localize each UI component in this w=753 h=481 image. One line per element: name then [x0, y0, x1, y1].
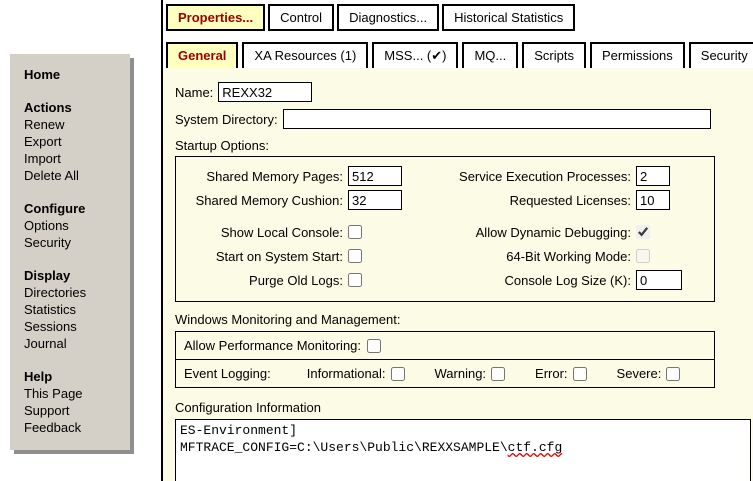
event-informational-label: Informational:	[307, 366, 386, 381]
system-directory-label: System Directory:	[175, 112, 278, 127]
sidebar-section-display: Display	[24, 267, 124, 284]
name-label: Name:	[175, 85, 213, 100]
sidebar-section-configure: Configure	[24, 200, 124, 217]
tab-general[interactable]: General	[166, 42, 238, 70]
windows-monitoring-group: Allow Performance Monitoring: Event Logg…	[175, 331, 715, 388]
start-on-system-start-label: Start on System Start:	[176, 249, 348, 264]
sidebar-item-home[interactable]: Home	[24, 66, 124, 83]
sidebar-item-sessions[interactable]: Sessions	[24, 318, 124, 335]
startup-options-label: Startup Options:	[175, 138, 753, 153]
windows-monitoring-heading: Windows Monitoring and Management:	[175, 312, 753, 327]
tab-mss[interactable]: MSS... (✔)	[372, 42, 458, 70]
shared-memory-pages-input[interactable]	[348, 166, 402, 186]
shared-memory-cushion-input[interactable]	[348, 190, 402, 210]
console-log-size-input[interactable]	[636, 270, 682, 290]
sidebar-item-statistics[interactable]: Statistics	[24, 301, 124, 318]
purge-old-logs-checkbox[interactable]	[348, 273, 362, 287]
tab-security[interactable]: Security	[689, 42, 753, 70]
sidebar-item-journal[interactable]: Journal	[24, 335, 124, 352]
sidebar-item-export[interactable]: Export	[24, 133, 124, 150]
requested-licenses-label: Requested Licenses:	[458, 193, 636, 208]
event-error-checkbox[interactable]	[573, 367, 587, 381]
name-input[interactable]	[218, 82, 312, 102]
show-local-console-label: Show Local Console:	[176, 225, 348, 240]
sidebar: Home Actions Renew Export Import Delete …	[10, 54, 130, 450]
tab-mq[interactable]: MQ...	[462, 42, 518, 70]
event-warning-checkbox[interactable]	[491, 367, 505, 381]
secondary-tab-bar: General XA Resources (1) MSS... (✔) MQ..…	[166, 42, 753, 70]
admin-console: Home Actions Renew Export Import Delete …	[0, 0, 753, 481]
sidebar-item-import[interactable]: Import	[24, 150, 124, 167]
requested-licenses-input[interactable]	[636, 190, 670, 210]
tab-historical-statistics[interactable]: Historical Statistics	[442, 4, 575, 31]
tab-xa-resources[interactable]: XA Resources (1)	[242, 42, 368, 70]
64bit-working-mode-label: 64-Bit Working Mode:	[458, 249, 636, 264]
sidebar-item-delete-all[interactable]: Delete All	[24, 167, 124, 184]
sidebar-item-renew[interactable]: Renew	[24, 116, 124, 133]
sidebar-item-security[interactable]: Security	[24, 234, 124, 251]
event-warning-label: Warning:	[435, 366, 487, 381]
event-informational-checkbox[interactable]	[391, 367, 405, 381]
tab-scripts[interactable]: Scripts	[522, 42, 586, 70]
console-log-size-label: Console Log Size (K):	[458, 273, 636, 288]
configuration-information-textarea[interactable]: ES-Environment] MFTRACE_CONFIG=C:\Users\…	[175, 419, 751, 481]
allow-performance-monitoring-label: Allow Performance Monitoring:	[184, 338, 361, 353]
sidebar-item-directories[interactable]: Directories	[24, 284, 124, 301]
event-severe-label: Severe:	[617, 366, 662, 381]
service-execution-processes-input[interactable]	[636, 166, 670, 186]
primary-tab-bar: Properties... Control Diagnostics... His…	[166, 4, 575, 31]
config-line2-prefix: MFTRACE_CONFIG=C:\Users\Public\REXXSAMPL…	[180, 440, 508, 455]
system-directory-input[interactable]	[283, 109, 711, 129]
startup-options-group: Shared Memory Pages: Service Execution P…	[175, 156, 715, 302]
tab-properties[interactable]: Properties...	[166, 4, 265, 31]
shared-memory-cushion-label: Shared Memory Cushion:	[176, 193, 348, 208]
show-local-console-checkbox[interactable]	[348, 225, 362, 239]
purge-old-logs-label: Purge Old Logs:	[176, 273, 348, 288]
service-execution-processes-label: Service Execution Processes:	[458, 169, 636, 184]
allow-dynamic-debugging-checkbox[interactable]	[636, 225, 650, 239]
configuration-information-heading: Configuration Information	[175, 400, 753, 415]
sidebar-item-this-page[interactable]: This Page	[24, 385, 124, 402]
sidebar-item-options[interactable]: Options	[24, 217, 124, 234]
general-properties-panel: Name: System Directory: Startup Options:…	[163, 68, 753, 481]
event-error-label: Error:	[535, 366, 568, 381]
event-severe-checkbox[interactable]	[666, 367, 680, 381]
start-on-system-start-checkbox[interactable]	[348, 249, 362, 263]
sidebar-item-feedback[interactable]: Feedback	[24, 419, 124, 436]
tab-permissions[interactable]: Permissions	[590, 42, 685, 70]
tab-diagnostics[interactable]: Diagnostics...	[337, 4, 439, 31]
config-line1: ES-Environment]	[180, 423, 297, 438]
sidebar-item-support[interactable]: Support	[24, 402, 124, 419]
sidebar-section-actions: Actions	[24, 99, 124, 116]
shared-memory-pages-label: Shared Memory Pages:	[176, 169, 348, 184]
config-line2-flagged: ctf.cfg	[508, 440, 563, 455]
64bit-working-mode-checkbox	[636, 249, 650, 263]
allow-performance-monitoring-checkbox[interactable]	[367, 339, 381, 353]
allow-dynamic-debugging-label: Allow Dynamic Debugging:	[458, 225, 636, 240]
tab-control[interactable]: Control	[268, 4, 334, 31]
event-logging-label: Event Logging:	[184, 366, 271, 381]
sidebar-section-help: Help	[24, 368, 124, 385]
